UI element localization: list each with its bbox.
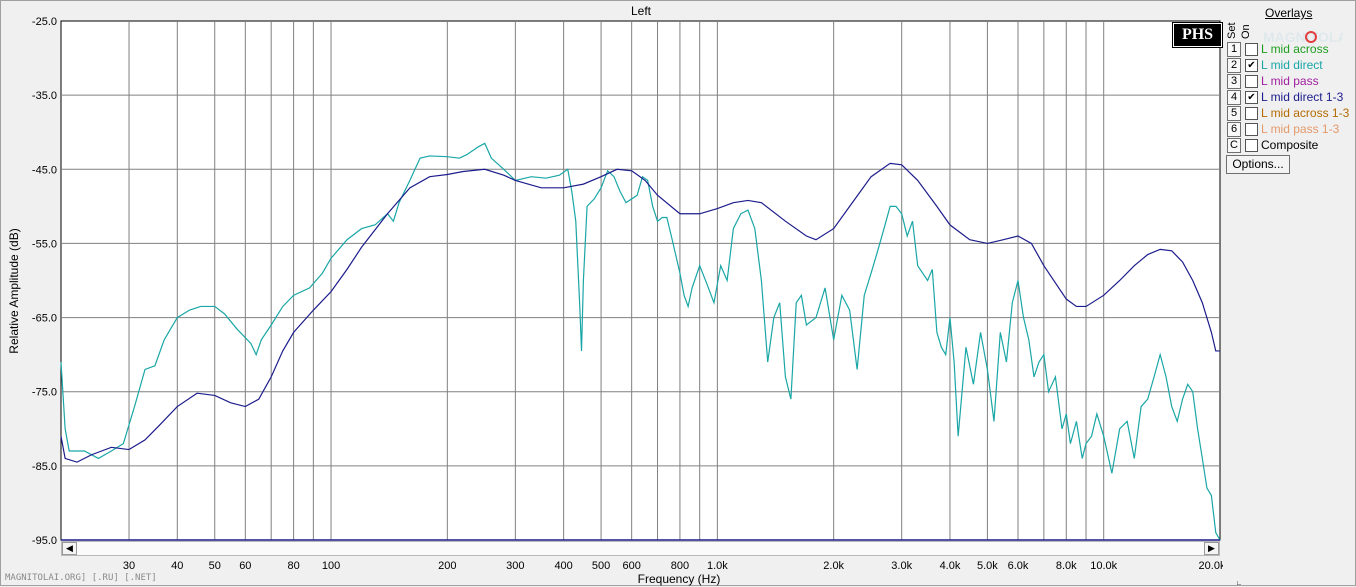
phs-logo: PHS (1172, 22, 1223, 48)
scroll-right-button[interactable]: ▶ (1204, 542, 1219, 555)
overlay-set-button[interactable]: 3 (1227, 74, 1241, 89)
scroll-left-button[interactable]: ◀ (62, 542, 77, 555)
app-window: Left -25.0 -35.0 -45.0 -55.0 -65.0 -75.0 -85.0… (0, 0, 1356, 586)
set-column-label: Set (1226, 22, 1238, 39)
overlay-label: L mid direct 1-3 (1261, 90, 1344, 104)
chart-title: Left (631, 4, 652, 18)
overlay-checkbox[interactable] (1245, 75, 1258, 88)
watermark-logo: MAGNITOLA (1263, 29, 1343, 45)
overlay-checkbox[interactable] (1245, 123, 1258, 136)
x-tick-label: 1.0k (707, 560, 728, 572)
y-tick-label: -45.0 (32, 164, 57, 176)
overlay-checkbox[interactable] (1245, 139, 1258, 152)
x-axis-ticks: 30 40 50 60 80 100 200 300 400 500 600 800 1.0k 2.0k 3… (123, 560, 1223, 572)
overlay-checkbox[interactable] (1245, 43, 1258, 56)
watermark-text: MAGNITOLAI.ORG] [.RU] [.NET] (5, 573, 157, 583)
y-tick-label: -65.0 (32, 313, 57, 325)
y-axis-ticks: -25.0 -35.0 -45.0 -55.0 -65.0 -75.0 -85.0 -95.0 (32, 16, 57, 547)
overlay-checkbox[interactable]: ✔ (1245, 91, 1258, 104)
x-tick-label: 800 (671, 560, 689, 572)
x-tick-label: 30 (123, 560, 135, 572)
overlay-set-button[interactable]: C (1227, 138, 1241, 153)
watermark-logo-text: MAGNITOLA (1263, 29, 1343, 45)
overlay-set-button[interactable]: 5 (1227, 106, 1241, 121)
y-tick-label: -85.0 (32, 461, 57, 473)
x-tick-label: 50 (209, 560, 221, 572)
x-tick-label: 60 (239, 560, 251, 572)
x-tick-label: 6.0k (1008, 560, 1029, 572)
x-tick-label: 400 (554, 560, 572, 572)
overlay-set-button[interactable]: 2 (1227, 58, 1241, 73)
plot-area (60, 20, 1221, 541)
x-tick-label: 3.0k (891, 560, 912, 572)
y-tick-label: -55.0 (32, 238, 57, 250)
overlays-title: Overlays (1265, 6, 1313, 20)
overlay-label: L mid across 1-3 (1261, 106, 1350, 120)
overlay-checkbox[interactable] (1245, 107, 1258, 120)
scroll-thumb[interactable] (77, 542, 1204, 555)
horizontal-scrollbar[interactable]: ◀ ▶ (61, 541, 1220, 556)
checkmark-icon: ✔ (1247, 60, 1256, 71)
overlay-label: Composite (1261, 138, 1319, 152)
x-tick-label: 2.0k (823, 560, 844, 572)
x-axis-label: Frequency (Hz) (638, 572, 721, 586)
checkmark-icon: ✔ (1247, 92, 1256, 103)
y-tick-label: -35.0 (32, 90, 57, 102)
x-tick-label: 10.0k (1090, 560, 1117, 572)
y-axis-label: Relative Amplitude (dB) (7, 228, 21, 353)
overlay-set-button[interactable]: 6 (1227, 122, 1241, 137)
overlay-label: L mid pass (1261, 74, 1319, 88)
arrow-left-icon: ◀ (66, 543, 73, 553)
x-tick-label: 20.0k (1199, 560, 1223, 572)
overlay-checkbox[interactable]: ✔ (1245, 59, 1258, 72)
on-column-label: On (1240, 24, 1252, 39)
x-tick-label: 300 (506, 560, 524, 572)
overlays-panel: Overlays Set On 1L mid across 2 ✔ L mid dir… (1225, 1, 1356, 587)
x-tick-label: 8.0k (1056, 560, 1077, 572)
x-tick-label: 40 (171, 560, 183, 572)
overlay-label: L mid pass 1-3 (1261, 122, 1340, 136)
y-tick-label: -75.0 (32, 387, 57, 399)
resize-grip-icon[interactable] (1237, 577, 1245, 585)
overlay-set-button[interactable]: 4 (1227, 90, 1241, 105)
x-tick-label: 4.0k (940, 560, 961, 572)
overlay-label: L mid direct (1261, 58, 1323, 72)
x-tick-label: 500 (592, 560, 610, 572)
y-tick-label: -25.0 (32, 16, 57, 28)
y-tick-label: -95.0 (32, 535, 57, 547)
frequency-response-chart: Left -25.0 -35.0 -45.0 -55.0 -65.0 -75.0 -85.0… (7, 4, 1223, 586)
overlay-set-button[interactable]: 1 (1227, 42, 1241, 57)
options-button[interactable]: Options... (1226, 155, 1290, 174)
x-tick-label: 80 (287, 560, 299, 572)
x-tick-label: 600 (622, 560, 640, 572)
x-tick-label: 100 (322, 560, 340, 572)
arrow-right-icon: ▶ (1208, 543, 1215, 553)
x-tick-label: 200 (438, 560, 456, 572)
x-tick-label: 5.0k (977, 560, 998, 572)
